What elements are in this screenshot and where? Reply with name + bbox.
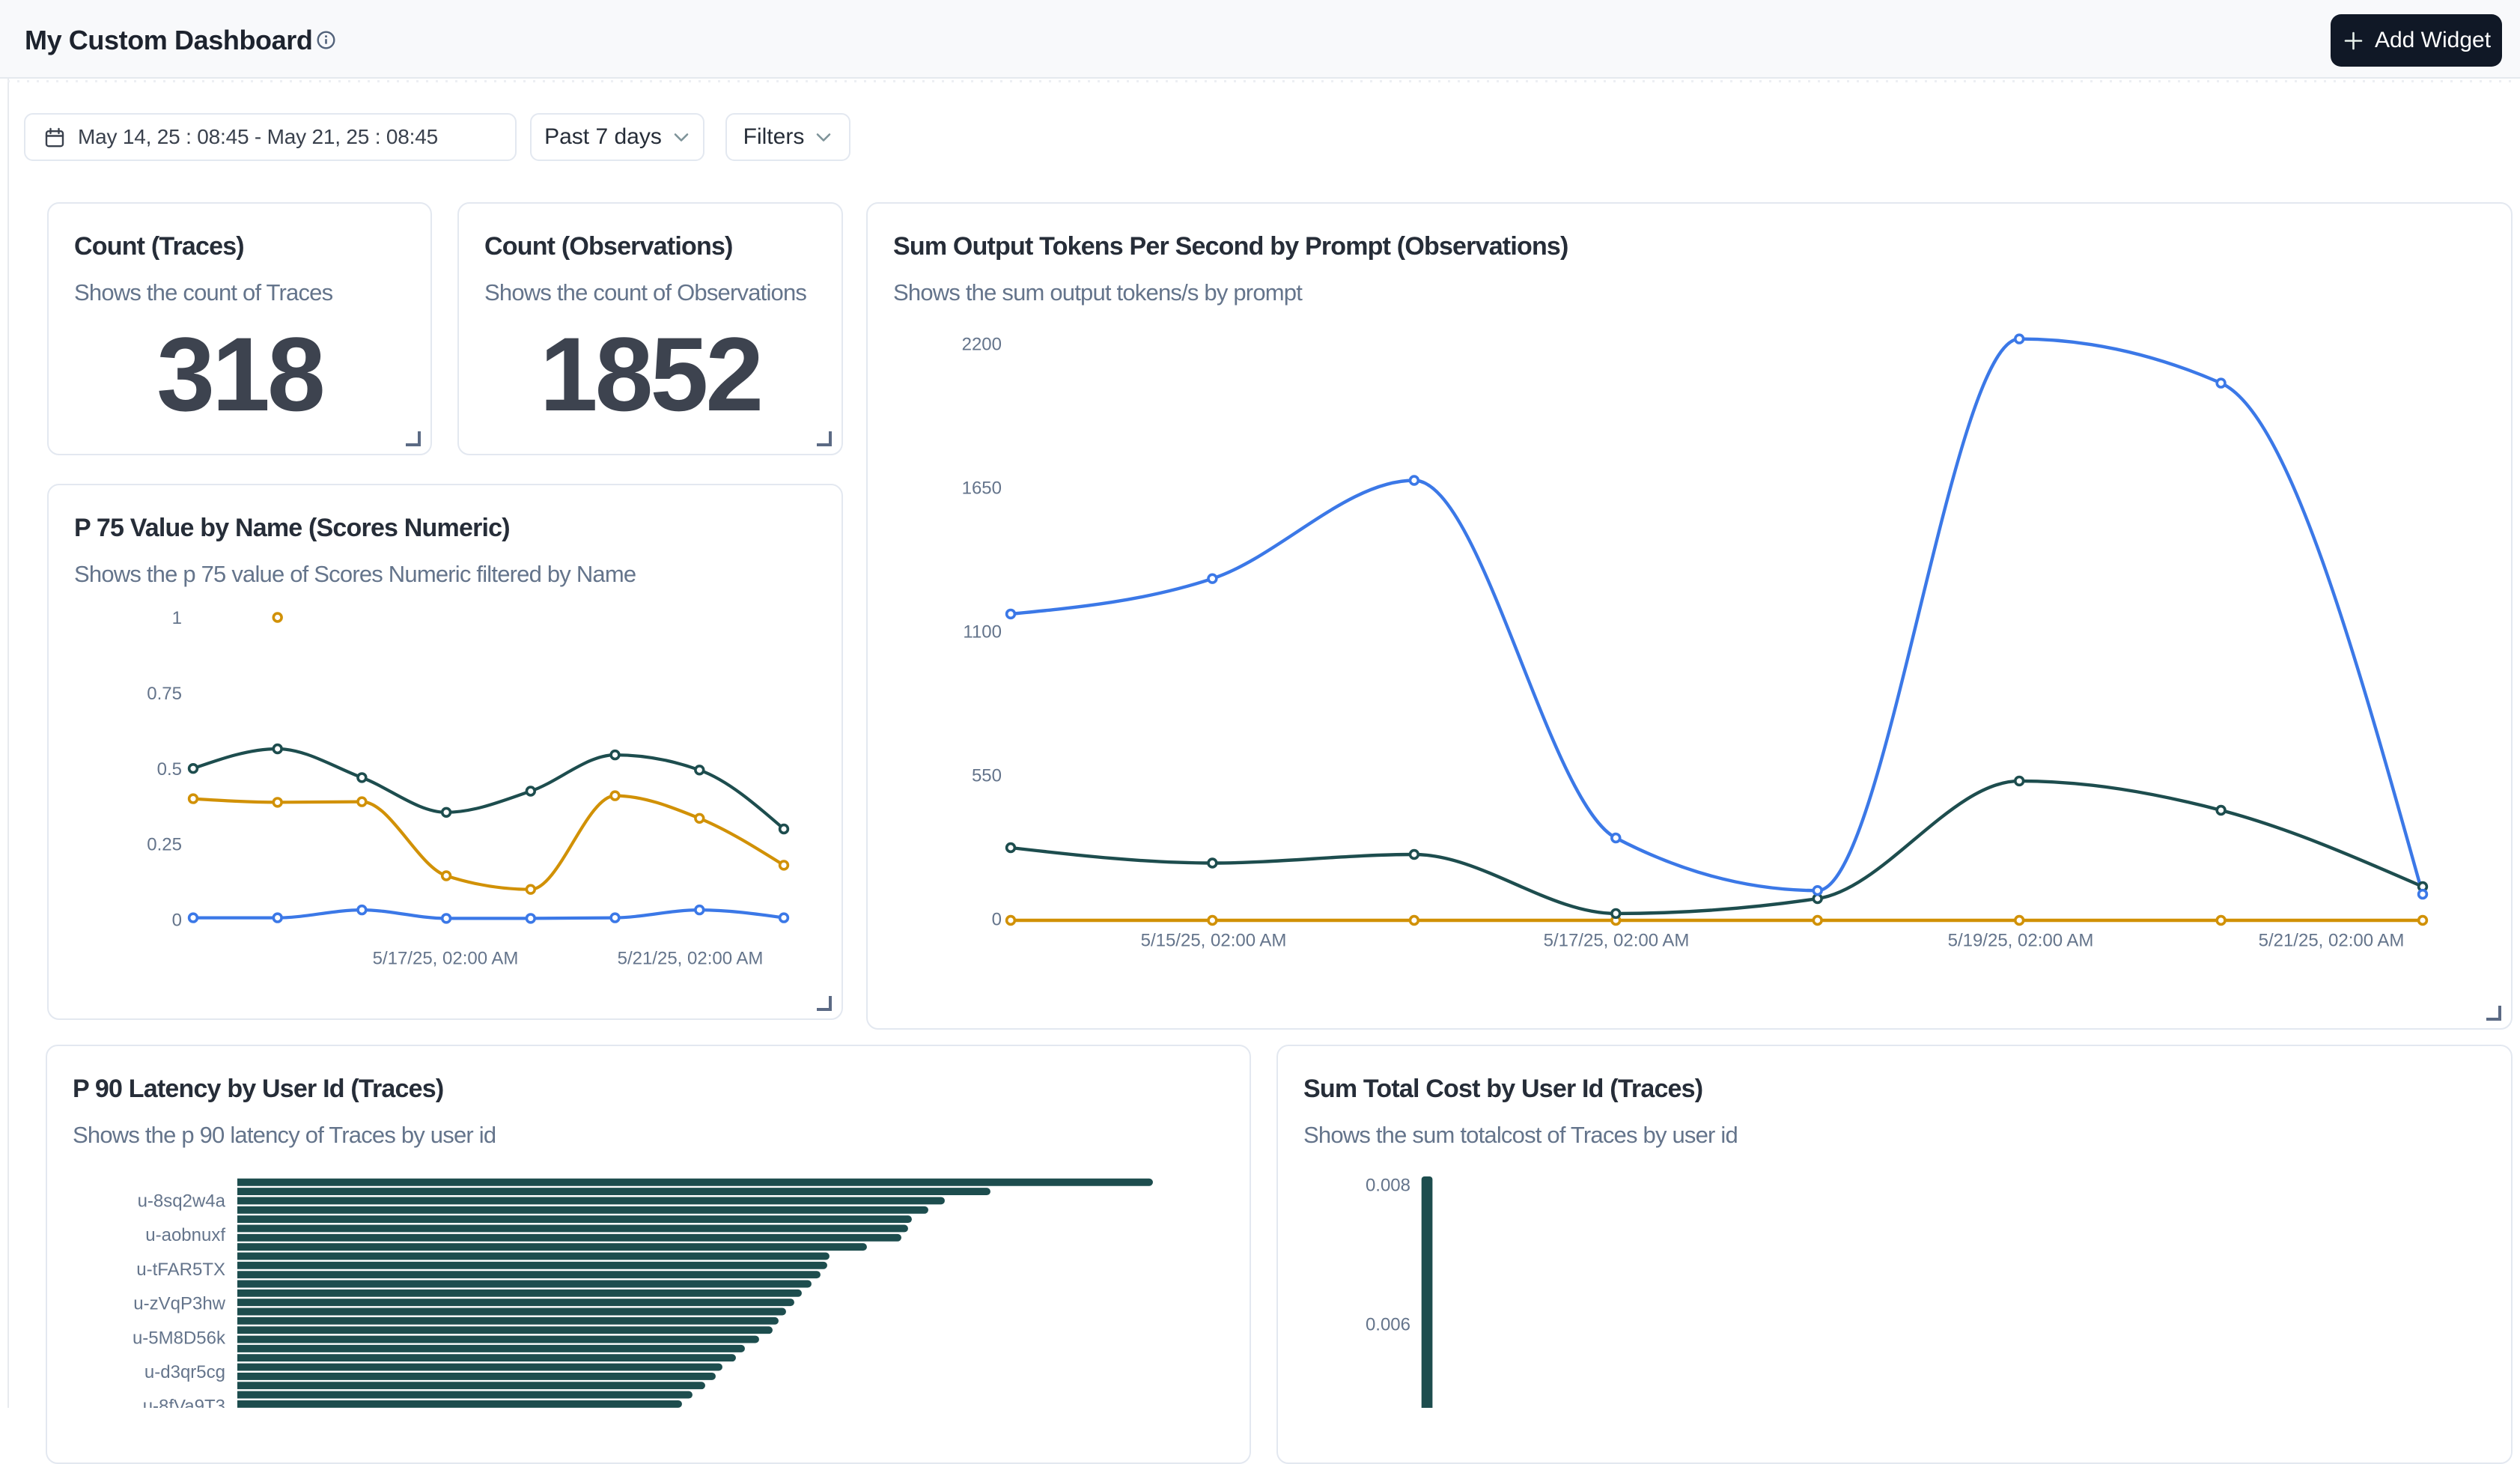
- svg-text:1650: 1650: [962, 479, 1002, 499]
- svg-text:u-8sq2w4a: u-8sq2w4a: [138, 1191, 226, 1212]
- svg-text:u-zVqP3hw: u-zVqP3hw: [133, 1294, 225, 1314]
- svg-text:2200: 2200: [962, 335, 1002, 355]
- svg-text:0.25: 0.25: [147, 835, 182, 855]
- svg-text:0.006: 0.006: [1366, 1315, 1410, 1335]
- svg-text:5/17/25, 02:00 AM: 5/17/25, 02:00 AM: [1544, 931, 1690, 951]
- svg-text:0.75: 0.75: [147, 684, 182, 704]
- svg-text:5/21/25, 02:00 AM: 5/21/25, 02:00 AM: [2259, 931, 2405, 951]
- svg-text:5/19/25, 02:00 AM: 5/19/25, 02:00 AM: [1948, 931, 2094, 951]
- svg-text:u-5M8D56k: u-5M8D56k: [133, 1328, 226, 1348]
- svg-text:u-aobnuxf: u-aobnuxf: [145, 1225, 225, 1245]
- svg-text:u-tFAR5TX: u-tFAR5TX: [136, 1260, 225, 1280]
- svg-text:u-d3qr5cg: u-d3qr5cg: [144, 1362, 225, 1382]
- svg-text:5/17/25, 02:00 AM: 5/17/25, 02:00 AM: [373, 949, 519, 969]
- svg-text:5/15/25, 02:00 AM: 5/15/25, 02:00 AM: [1141, 931, 1287, 951]
- svg-text:1: 1: [172, 608, 182, 628]
- svg-text:u-8fVa9T3: u-8fVa9T3: [143, 1397, 225, 1408]
- svg-text:550: 550: [972, 766, 1002, 786]
- svg-text:0.008: 0.008: [1366, 1175, 1410, 1195]
- svg-text:5/21/25, 02:00 AM: 5/21/25, 02:00 AM: [618, 949, 764, 969]
- svg-text:0.5: 0.5: [157, 759, 182, 780]
- svg-text:0: 0: [992, 910, 1002, 930]
- svg-text:0: 0: [172, 911, 182, 931]
- svg-text:1100: 1100: [963, 622, 1002, 643]
